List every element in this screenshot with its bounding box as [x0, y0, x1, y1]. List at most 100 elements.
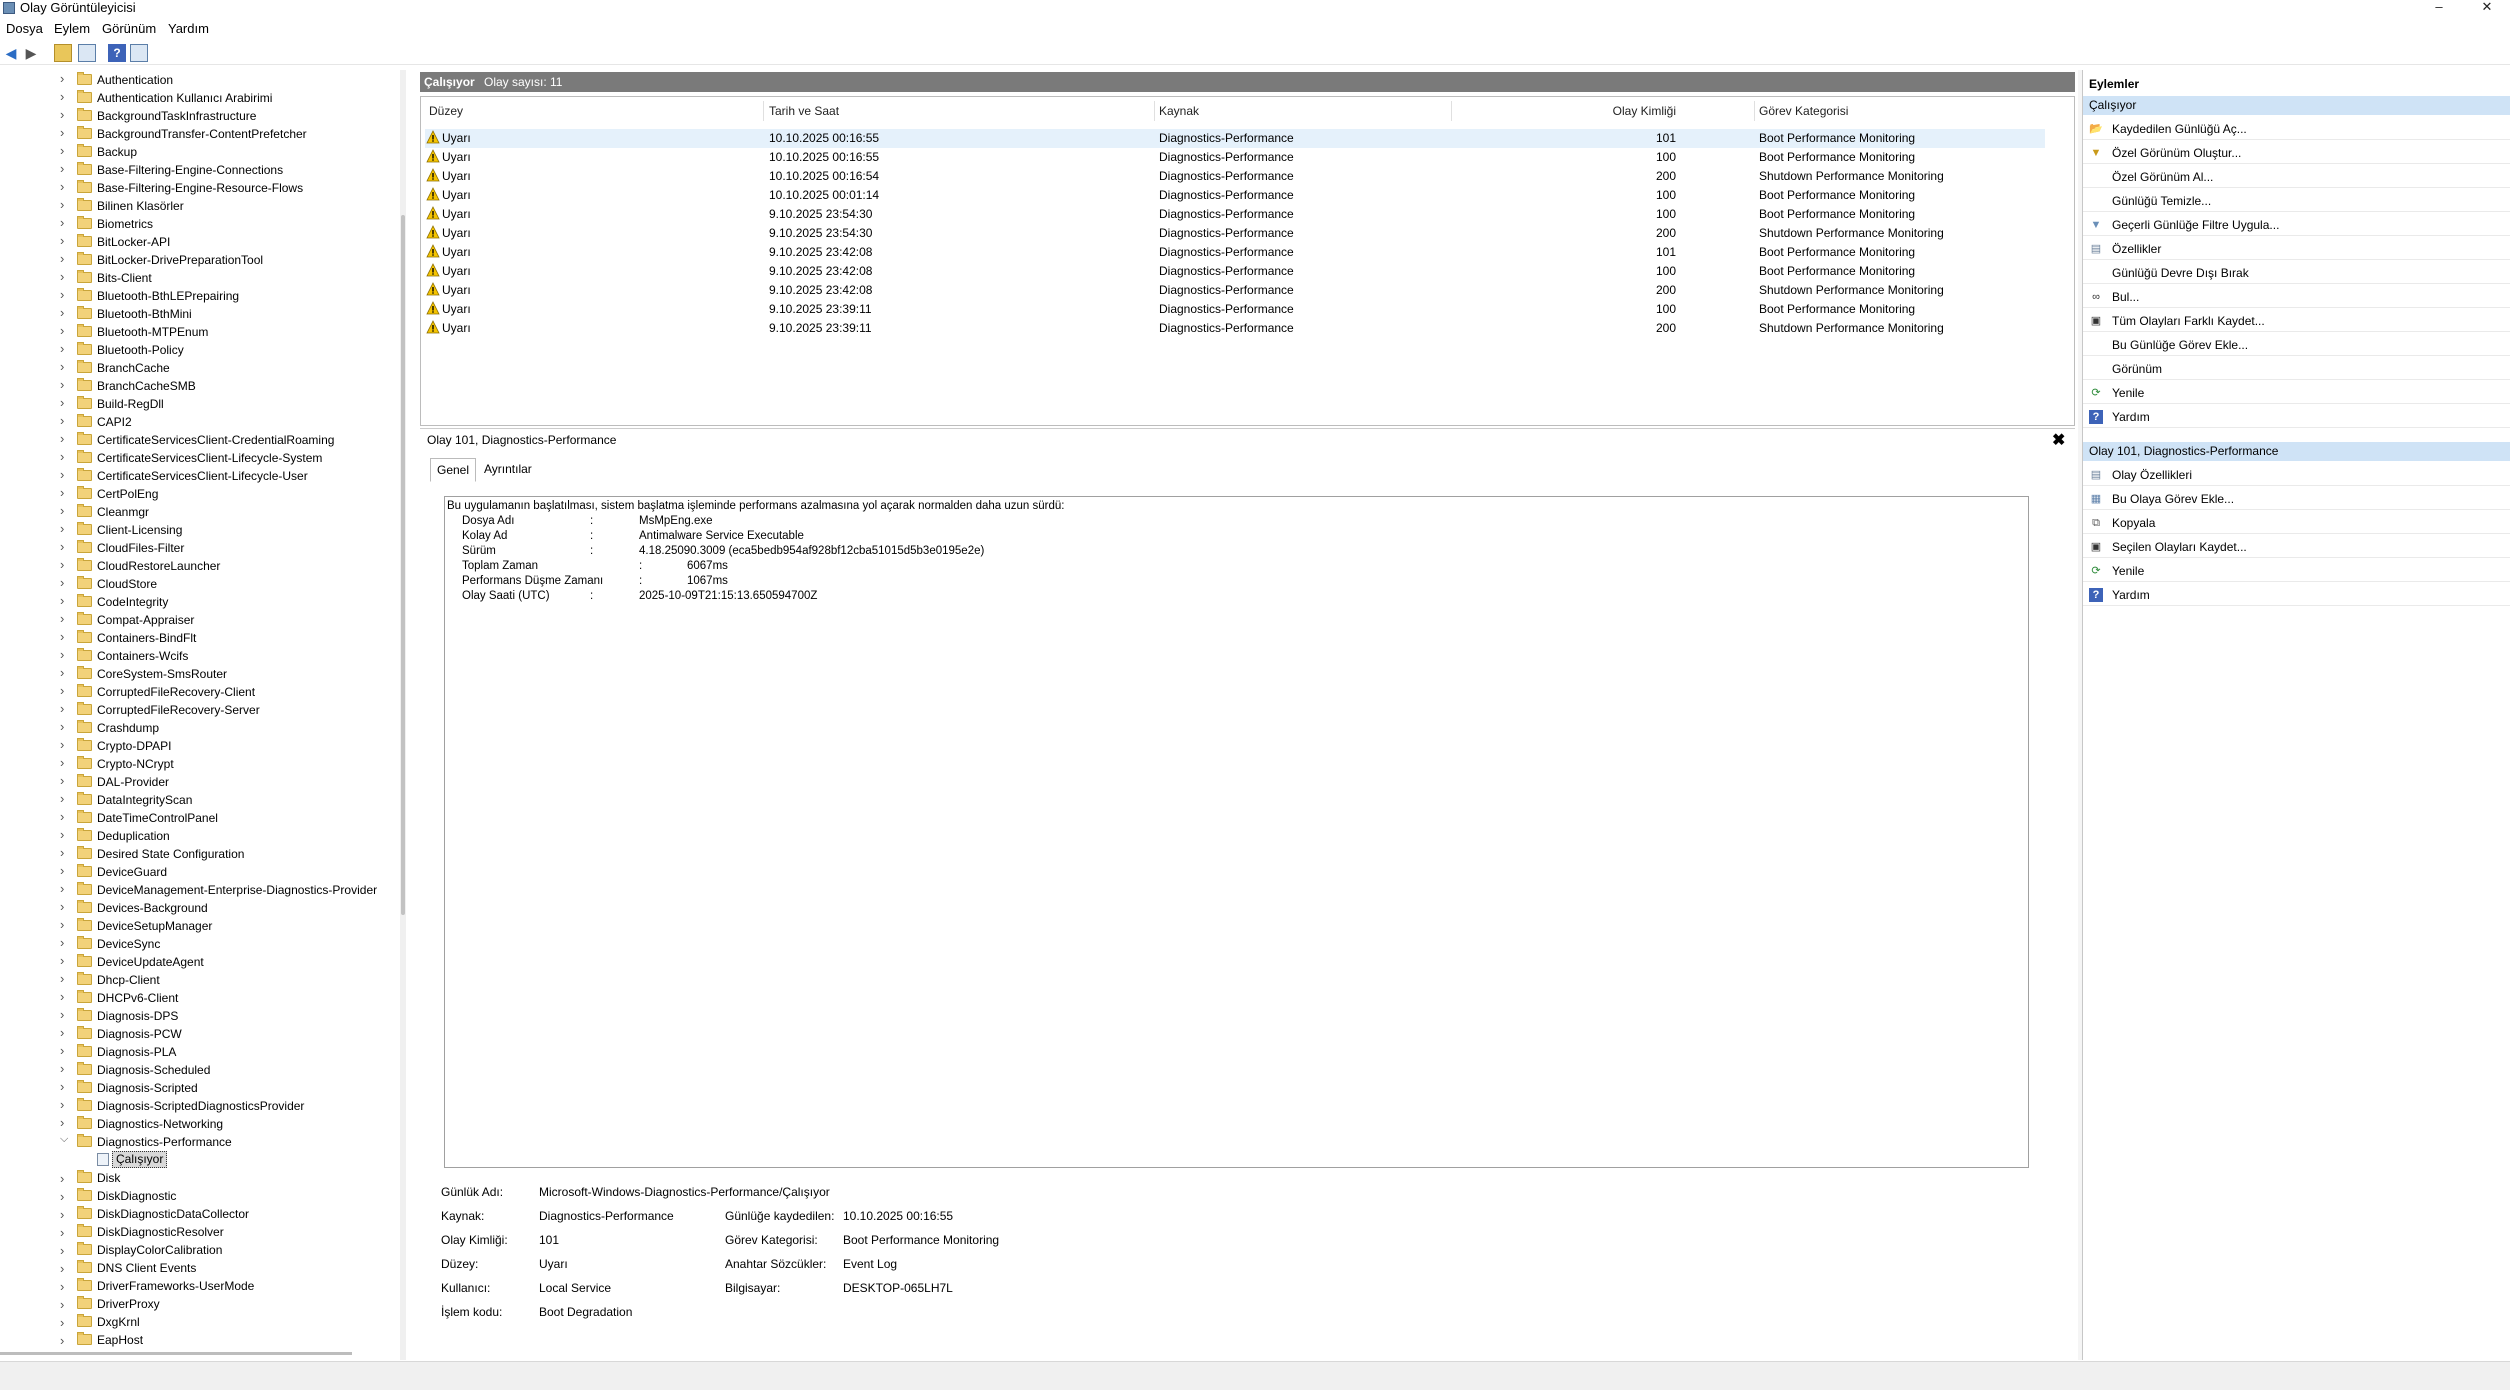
chevron-right-icon[interactable]: ›	[60, 143, 64, 158]
chevron-right-icon[interactable]: ›	[60, 989, 64, 1004]
tree-item[interactable]: › DataIntegrityScan	[0, 791, 400, 809]
back-arrow-icon[interactable]: ◀	[2, 44, 20, 62]
action-item[interactable]: ▼ Özel Görünüm Oluştur...	[2083, 142, 2510, 164]
chevron-right-icon[interactable]: ›	[60, 1225, 64, 1240]
chevron-right-icon[interactable]: ›	[60, 539, 64, 554]
show-hide-tree-icon[interactable]	[78, 44, 96, 62]
chevron-right-icon[interactable]: ›	[60, 251, 64, 266]
tree-item[interactable]: › CloudRestoreLauncher	[0, 557, 400, 575]
chevron-right-icon[interactable]: ›	[60, 881, 64, 896]
tree-scrollbar[interactable]	[400, 70, 406, 1360]
chevron-right-icon[interactable]: ›	[60, 1261, 64, 1276]
action-item[interactable]: ▣ Tüm Olayları Farklı Kaydet...	[2083, 310, 2510, 332]
chevron-right-icon[interactable]: ›	[60, 629, 64, 644]
tree-item[interactable]: › Backup	[0, 143, 400, 161]
action-item[interactable]: ▤ Özellikler	[2083, 238, 2510, 260]
chevron-right-icon[interactable]: ›	[60, 125, 64, 140]
chevron-right-icon[interactable]: ›	[60, 287, 64, 302]
menu-action[interactable]: Eylem	[54, 19, 90, 39]
action-item[interactable]: Bu Günlüğe Görev Ekle...	[2083, 334, 2510, 356]
action-item[interactable]: ⧉ Kopyala	[2083, 512, 2510, 534]
tree-item[interactable]: › DeviceGuard	[0, 863, 400, 881]
action-item[interactable]: ? Yardım	[2083, 584, 2510, 606]
tree-item[interactable]: › Crashdump	[0, 719, 400, 737]
table-row[interactable]: Uyarı 9.10.2025 23:39:11 Diagnostics-Perfo…	[425, 319, 2045, 338]
chevron-right-icon[interactable]: ›	[60, 71, 64, 86]
table-row[interactable]: Uyarı 10.10.2025 00:01:14 Diagnostics-Perf…	[425, 186, 2045, 205]
action-item[interactable]: ⟳ Yenile	[2083, 560, 2510, 582]
tree-item[interactable]: › DriverProxy	[0, 1295, 400, 1313]
chevron-right-icon[interactable]: ›	[60, 863, 64, 878]
column-header-event-id[interactable]: Olay Kimliği	[1581, 104, 1676, 118]
chevron-right-icon[interactable]: ›	[60, 197, 64, 212]
chevron-right-icon[interactable]: ›	[60, 341, 64, 356]
chevron-right-icon[interactable]: ›	[60, 503, 64, 518]
chevron-right-icon[interactable]: ›	[60, 305, 64, 320]
tree-item[interactable]: › DiskDiagnosticResolver	[0, 1223, 400, 1241]
tree-item[interactable]: › Diagnosis-PCW	[0, 1025, 400, 1043]
chevron-right-icon[interactable]: ›	[60, 1315, 64, 1330]
table-row[interactable]: Uyarı 10.10.2025 00:16:54 Diagnostics-Perf…	[425, 167, 2045, 186]
action-item[interactable]: Görünüm	[2083, 358, 2510, 380]
tree-item[interactable]: › DNS Client Events	[0, 1259, 400, 1277]
chevron-right-icon[interactable]: ›	[60, 557, 64, 572]
table-row[interactable]: Uyarı 10.10.2025 00:16:55 Diagnostics-Perf…	[425, 129, 2045, 148]
event-description[interactable]: Bu uygulamanın başlatılması, sistem başl…	[444, 496, 2029, 1168]
tree-item[interactable]: › Bluetooth-BthMini	[0, 305, 400, 323]
chevron-right-icon[interactable]: ›	[60, 611, 64, 626]
action-item[interactable]: ? Yardım	[2083, 406, 2510, 428]
tree-item[interactable]: › CertPolEng	[0, 485, 400, 503]
chevron-down-icon[interactable]: ⌵	[60, 1133, 68, 1146]
tree-item[interactable]: › DeviceUpdateAgent	[0, 953, 400, 971]
chevron-right-icon[interactable]: ›	[60, 431, 64, 446]
table-row[interactable]: Uyarı 9.10.2025 23:54:30 Diagnostics-Perfo…	[425, 205, 2045, 224]
tree-item-selected[interactable]: Çalışıyor	[0, 1151, 400, 1169]
chevron-right-icon[interactable]: ›	[60, 215, 64, 230]
tree-item[interactable]: › BitLocker-DrivePreparationTool	[0, 251, 400, 269]
chevron-right-icon[interactable]: ›	[60, 467, 64, 482]
table-row[interactable]: Uyarı 9.10.2025 23:42:08 Diagnostics-Perfo…	[425, 281, 2045, 300]
table-row[interactable]: Uyarı 10.10.2025 00:16:55 Diagnostics-Perf…	[425, 148, 2045, 167]
tree-item[interactable]: › DriverFrameworks-UserMode	[0, 1277, 400, 1295]
action-item[interactable]: 📂 Kaydedilen Günlüğü Aç...	[2083, 118, 2510, 140]
chevron-right-icon[interactable]: ›	[60, 1115, 64, 1130]
action-item[interactable]: ▣ Seçilen Olayları Kaydet...	[2083, 536, 2510, 558]
chevron-right-icon[interactable]: ›	[60, 323, 64, 338]
forward-arrow-icon[interactable]: ▶	[22, 44, 40, 62]
menu-help[interactable]: Yardım	[168, 19, 209, 39]
tree-item[interactable]: › DiskDiagnosticDataCollector	[0, 1205, 400, 1223]
chevron-right-icon[interactable]: ›	[60, 1043, 64, 1058]
chevron-right-icon[interactable]: ›	[60, 1279, 64, 1294]
column-header-level[interactable]: Düzey	[429, 104, 463, 118]
chevron-right-icon[interactable]: ›	[60, 917, 64, 932]
table-row[interactable]: Uyarı 9.10.2025 23:42:08 Diagnostics-Perfo…	[425, 262, 2045, 281]
tree-item[interactable]: › Diagnosis-DPS	[0, 1007, 400, 1025]
minimize-button[interactable]: –	[2416, 0, 2462, 16]
chevron-right-icon[interactable]: ›	[60, 827, 64, 842]
action-item[interactable]: ∞ Bul...	[2083, 286, 2510, 308]
tree-item[interactable]: › EapHost	[0, 1331, 400, 1349]
chevron-right-icon[interactable]: ›	[60, 161, 64, 176]
tree-item[interactable]: › Bits-Client	[0, 269, 400, 287]
tree-item[interactable]: › CloudFiles-Filter	[0, 539, 400, 557]
close-button[interactable]: ✕	[2464, 0, 2510, 16]
tree-item[interactable]: › Cleanmgr	[0, 503, 400, 521]
tree-item[interactable]: ⌵ Diagnostics-Performance	[0, 1133, 400, 1151]
menu-view[interactable]: Görünüm	[102, 19, 156, 39]
tree-scroll-thumb[interactable]	[401, 215, 405, 915]
chevron-right-icon[interactable]: ›	[60, 449, 64, 464]
tree-item[interactable]: › DHCPv6-Client	[0, 989, 400, 1007]
tree-item[interactable]: › BranchCacheSMB	[0, 377, 400, 395]
tree-item[interactable]: › DisplayColorCalibration	[0, 1241, 400, 1259]
chevron-right-icon[interactable]: ›	[60, 179, 64, 194]
tree-item[interactable]: › Diagnosis-Scripted	[0, 1079, 400, 1097]
tree-item[interactable]: › CertificateServicesClient-Lifecycle-Use…	[0, 467, 400, 485]
tree-item[interactable]: › CertificateServicesClient-CredentialRoa…	[0, 431, 400, 449]
chevron-right-icon[interactable]: ›	[60, 647, 64, 662]
tree-item[interactable]: › Authentication	[0, 71, 400, 89]
table-row[interactable]: Uyarı 9.10.2025 23:54:30 Diagnostics-Perfo…	[425, 224, 2045, 243]
chevron-right-icon[interactable]: ›	[60, 89, 64, 104]
action-item[interactable]: Günlüğü Temizle...	[2083, 190, 2510, 212]
tree-horizontal-scrollbar[interactable]	[0, 1352, 352, 1355]
chevron-right-icon[interactable]: ›	[60, 773, 64, 788]
